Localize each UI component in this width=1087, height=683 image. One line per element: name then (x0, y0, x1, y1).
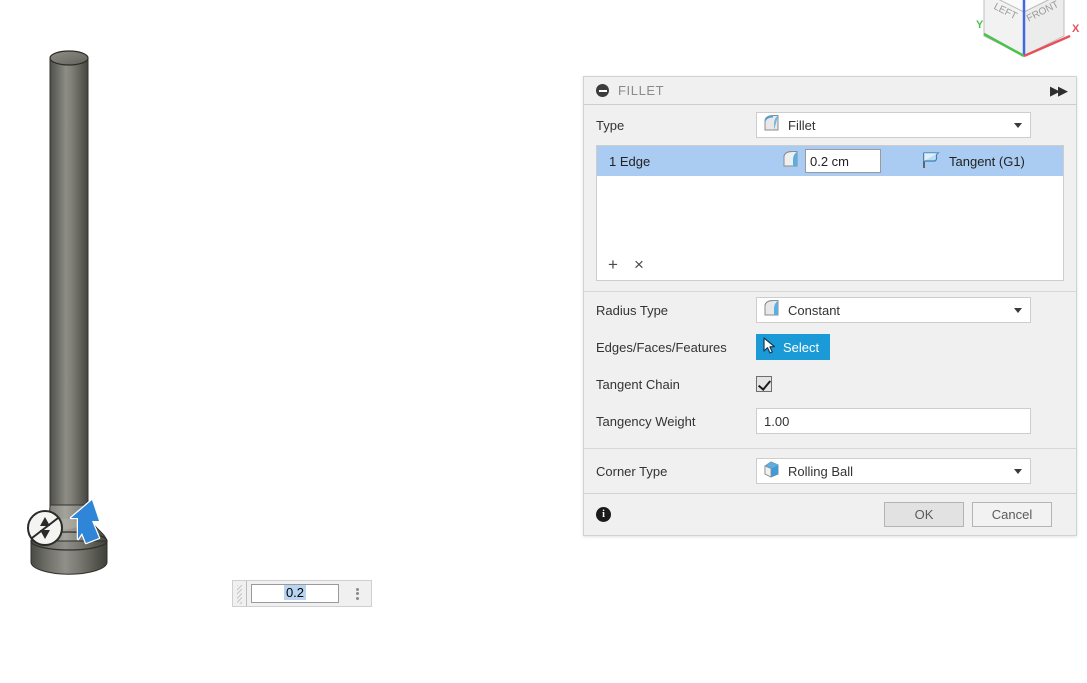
dimension-value-field[interactable]: 0.2 (232, 580, 372, 607)
table-row[interactable]: 1 Edge 0.2 cm Tangent (G1) (597, 146, 1063, 176)
label-type: Type (596, 117, 625, 133)
row-tangency-weight: Tangency Weight (584, 402, 1076, 440)
fillet-type-icon (762, 114, 781, 137)
fillet-dialog-body: Type Fillet 1 Edge 0.2 cm Tangent (G1) +… (584, 105, 1076, 493)
fillet-dialog-footer: i OK Cancel (584, 493, 1076, 535)
fillet-dialog: FILLET ▶▶ Type Fillet 1 Edge 0.2 cm Tang… (583, 76, 1077, 536)
rolling-ball-icon (762, 460, 781, 483)
constant-radius-icon (762, 299, 781, 322)
tangent-chain-checkbox[interactable] (756, 376, 772, 392)
type-dropdown[interactable]: Fillet (756, 112, 1031, 138)
tangent-flag-icon (921, 151, 942, 172)
post-top-cap (49, 50, 89, 66)
edge-list-toolbar: + × (597, 248, 644, 280)
fillet-highlight (52, 519, 80, 529)
ok-button[interactable]: OK (884, 502, 964, 527)
row-radius-type: Radius Type Constant (584, 292, 1076, 328)
add-edge-icon[interactable]: + (608, 256, 618, 273)
base-fillet-surface (30, 504, 108, 542)
drag-grip-icon[interactable] (233, 581, 247, 606)
view-cube[interactable]: LEFT FRONT Y X (962, 0, 1086, 70)
radius-type-dropdown[interactable]: Constant (756, 297, 1031, 323)
app-root: LEFT FRONT Y X 0.2 FILLET ▶▶ Type Fillet… (0, 0, 1087, 683)
axis-x-label: X (1072, 23, 1080, 35)
fast-forward-icon[interactable]: ▶▶ (1050, 84, 1068, 97)
label-corner-type: Corner Type (596, 463, 668, 479)
edge-list[interactable]: 1 Edge 0.2 cm Tangent (G1) + × (596, 145, 1064, 281)
label-tangency-weight: Tangency Weight (596, 413, 696, 429)
label-edges-faces-features: Edges/Faces/Features (596, 339, 727, 355)
fillet-dialog-header: FILLET ▶▶ (584, 77, 1076, 105)
type-value: Fillet (788, 117, 816, 133)
model-viewport-geometry (0, 0, 200, 620)
label-radius-type: Radius Type (596, 302, 669, 318)
post-shaft (50, 58, 88, 518)
select-button[interactable]: Select (756, 334, 831, 360)
base-top-edge (30, 531, 108, 551)
corner-type-dropdown[interactable]: Rolling Ball (756, 458, 1031, 484)
info-icon[interactable]: i (596, 507, 611, 522)
chevron-down-icon[interactable] (1014, 468, 1022, 474)
radius-type-value: Constant (788, 302, 841, 318)
row-corner-type: Corner Type Rolling Ball (584, 449, 1076, 493)
row-type: Type Fillet (584, 105, 1076, 139)
tangency-weight-input[interactable] (756, 408, 1031, 434)
collapse-minus-icon[interactable] (596, 84, 609, 97)
remove-edge-icon[interactable]: × (634, 256, 644, 273)
row-tangent-chain: Tangent Chain (584, 366, 1076, 402)
cancel-button[interactable]: Cancel (972, 502, 1052, 527)
edge-continuity-value: Tangent (G1) (949, 153, 1025, 169)
edge-row-name: 1 Edge (609, 153, 651, 169)
axis-y-label: Y (976, 19, 984, 31)
chevron-down-icon[interactable] (1014, 122, 1022, 128)
page-title: FILLET (618, 83, 665, 98)
radius-value-text: 0.2 (283, 585, 307, 600)
edge-radius-input[interactable] (805, 149, 881, 173)
fillet-edge-icon (781, 150, 800, 173)
more-options-icon[interactable] (343, 581, 371, 606)
chevron-down-icon[interactable] (1014, 307, 1022, 313)
row-selection: Edges/Faces/Features Select (584, 328, 1076, 366)
select-button-label: Select (783, 339, 820, 355)
arrow-updown-handle-icon (27, 510, 63, 546)
mouse-pointer-icon (69, 498, 101, 545)
base-cylinder (30, 540, 108, 575)
corner-type-value: Rolling Ball (788, 463, 854, 479)
label-tangent-chain: Tangent Chain (596, 376, 680, 392)
cursor-select-icon (762, 337, 778, 357)
radius-value-input[interactable]: 0.2 (251, 584, 339, 603)
